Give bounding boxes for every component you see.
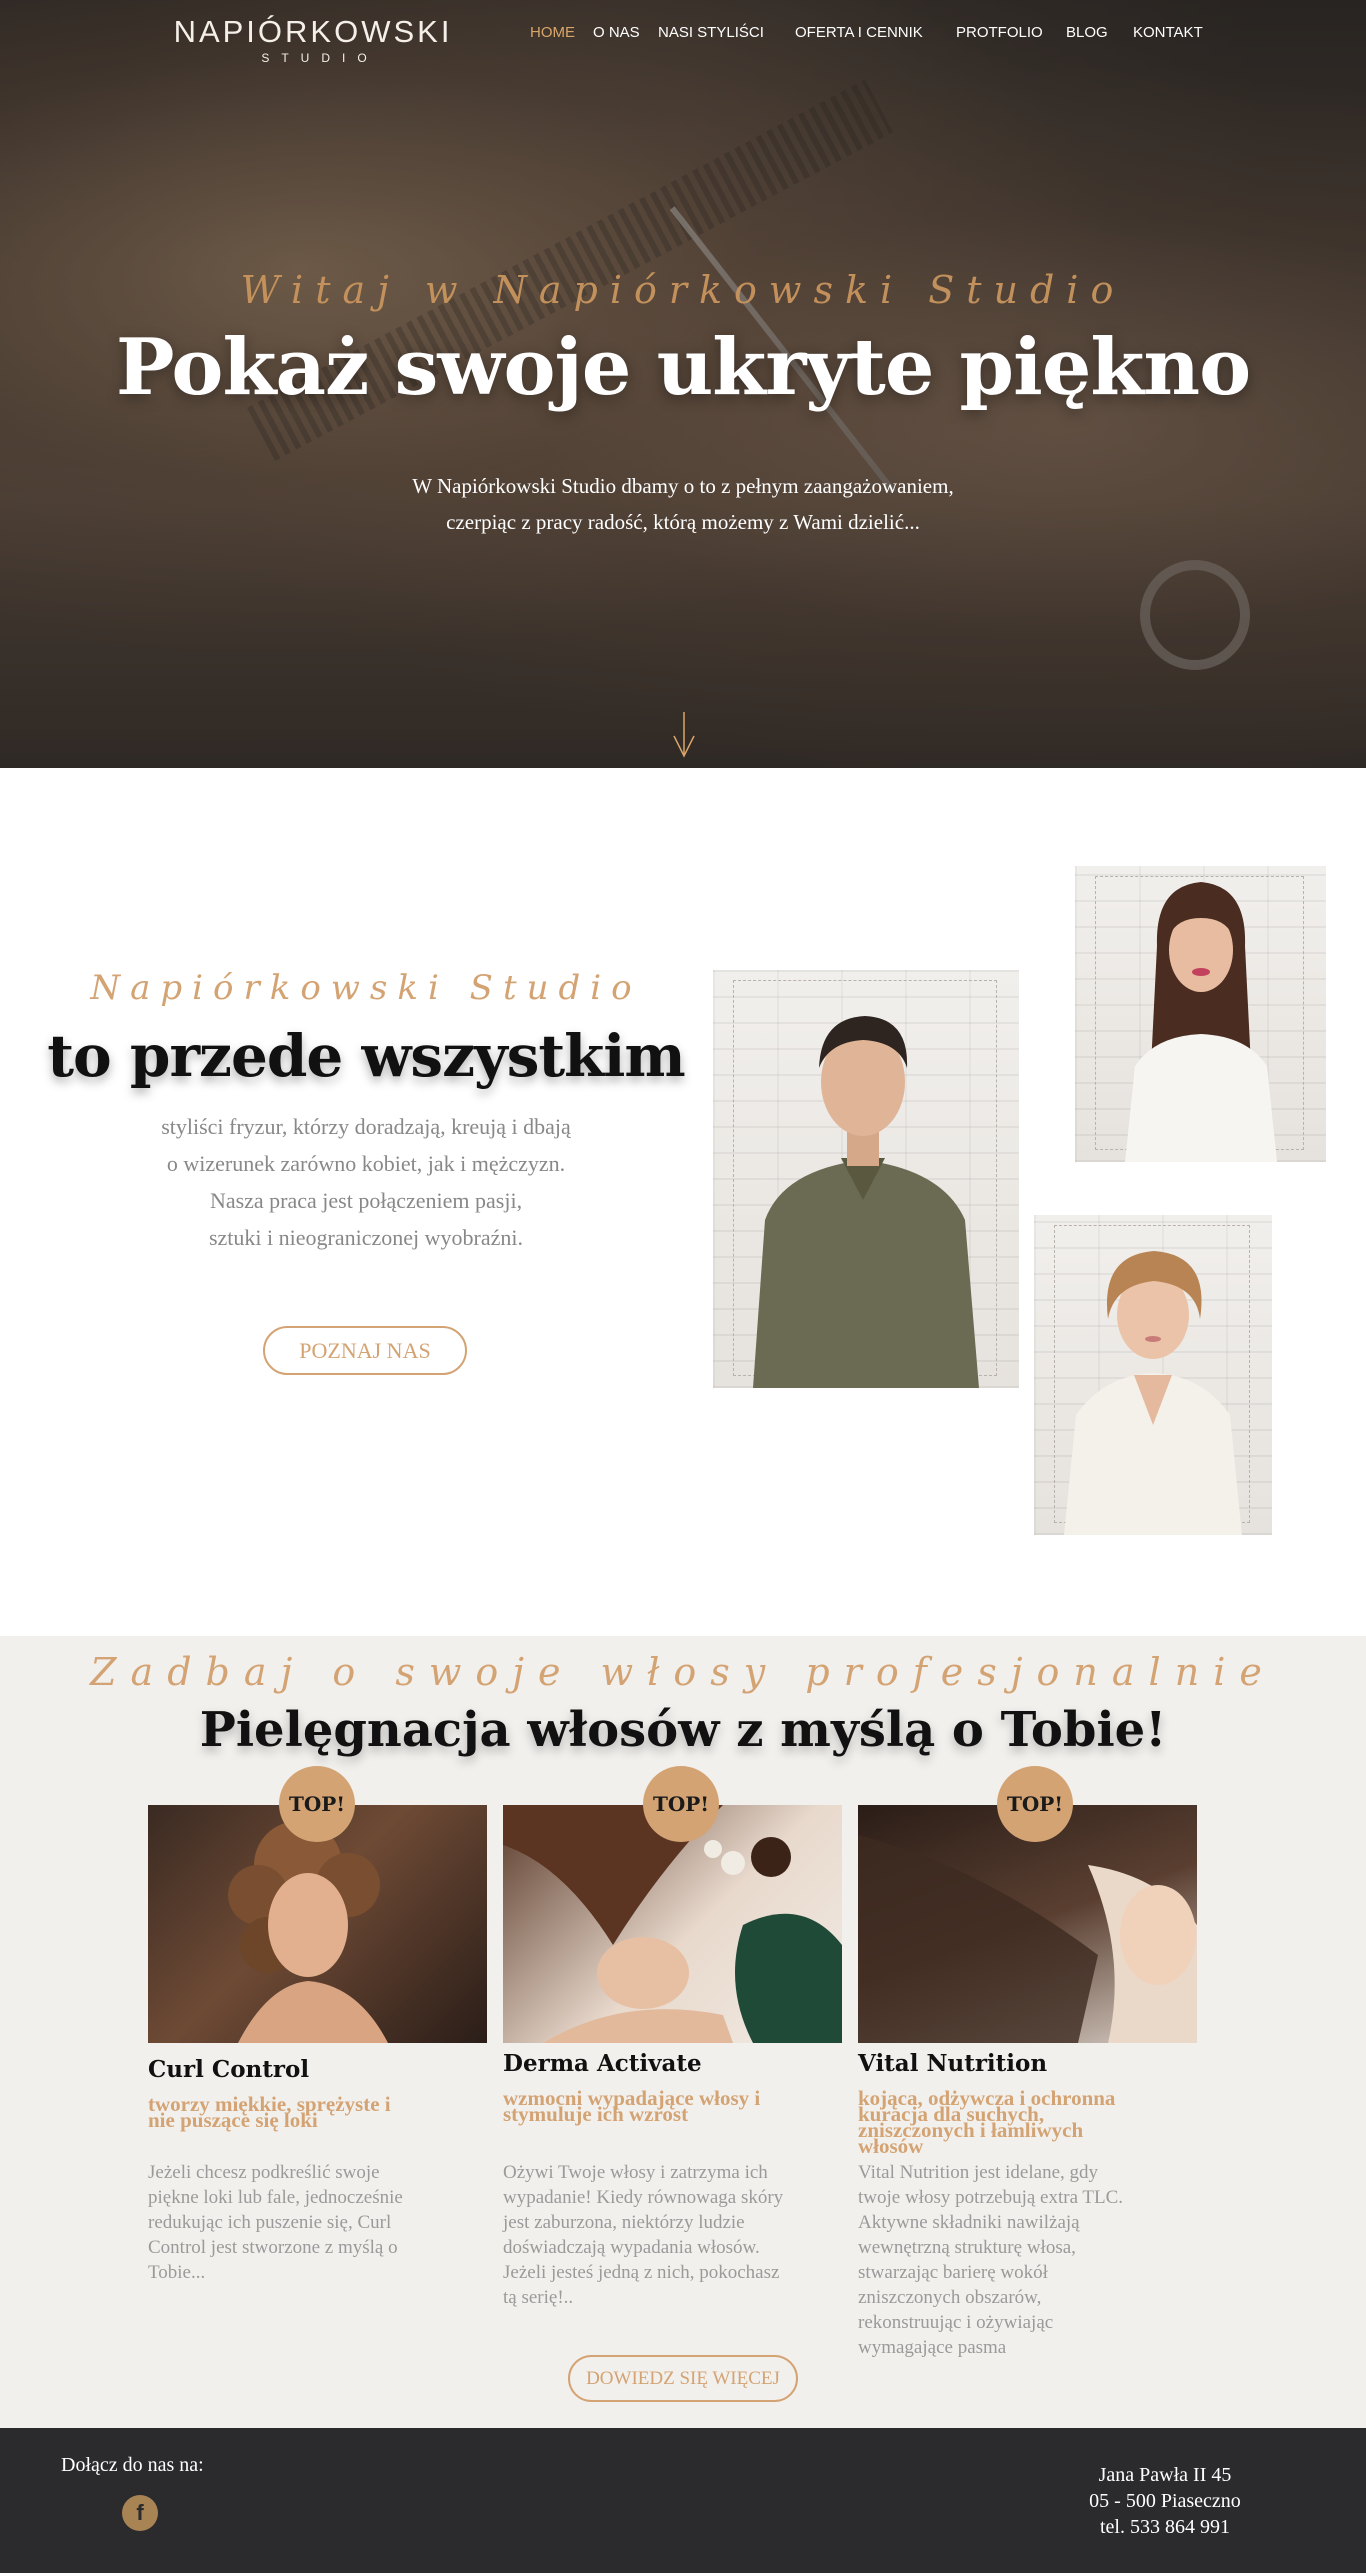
product-description: Jeżeli chcesz podkreślić swoje piękne lo… <box>148 2160 493 2285</box>
desc-line: Control jest stworzone z myślą o <box>148 2237 398 2258</box>
dowiedz-sie-wiecej-button[interactable]: DOWIEDZ SIĘ WIĘCEJ <box>568 2355 798 2402</box>
nav-home[interactable]: HOME <box>530 22 593 44</box>
desc-line: wypadanie! Kiedy równowaga skóry <box>503 2187 784 2208</box>
tagline-line: stymuluje ich wzrost <box>503 2102 689 2126</box>
desc-line: Tobie... <box>148 2262 206 2283</box>
phone-number[interactable]: tel. 533 864 991 <box>1040 2514 1290 2540</box>
nav-o-nas[interactable]: O NAS <box>593 22 658 44</box>
product-description: Vital Nutrition jest idelane, gdy twoje … <box>858 2160 1203 2360</box>
hero-description: W Napiórkowski Studio dbamy o to z pełny… <box>0 468 1366 540</box>
desc-line: Aktywne składniki nawilżają <box>858 2212 1080 2233</box>
desc-line: doświadczają wypadania włosów. <box>503 2237 760 2258</box>
about-line: sztuki i nieograniczonej wyobraźni. <box>208 1225 523 1250</box>
hero-desc-line: czerpiąc z pracy radość, którą możemy z … <box>446 510 920 534</box>
stylist-man-figure <box>753 1016 979 1388</box>
desc-line: rekonstruując i ożywiając <box>858 2312 1054 2333</box>
desc-line: redukując ich puszenie się, Curl <box>148 2212 392 2233</box>
desc-line: wymagające pasma <box>858 2337 1007 2358</box>
care-script-heading: Zadbaj o swoje włosy profesjonalnie <box>90 1650 1276 1694</box>
desc-line: jest zaburzona, niektórzy ludzie <box>503 2212 745 2233</box>
product-tagline: tworzy miękkie, sprężyste i nie puszące … <box>148 2094 493 2131</box>
product-tagline: wzmocni wypadające włosy i stymuluje ich… <box>503 2088 848 2126</box>
stylist-photo-man <box>713 970 1019 1388</box>
product-name-vital-nutrition[interactable]: Vital Nutrition <box>858 2050 1047 2077</box>
desc-line: Jeżeli chcesz podkreślić swoje <box>148 2162 380 2183</box>
about-description: styliści fryzur, którzy doradzają, kreuj… <box>0 1108 732 1256</box>
top-badge: TOP! <box>279 1766 355 1842</box>
hero-desc-line: W Napiórkowski Studio dbamy o to z pełny… <box>412 474 954 498</box>
nav-blog[interactable]: BLOG <box>1066 22 1133 44</box>
desc-line: zniszczonych obszarów, <box>858 2287 1042 2308</box>
stylist-photo-woman-2 <box>1034 1215 1272 1535</box>
about-script-heading: Napiórkowski Studio <box>90 968 642 1008</box>
hero-title: Pokaż swoje ukryte piękno <box>115 322 1251 413</box>
product-tagline: kojąca, odżywcza i ochronna kuracja dla … <box>858 2088 1203 2157</box>
desc-line: Jeżeli jesteś jedną z nich, pokochasz <box>503 2262 780 2283</box>
stylist-woman-1-figure <box>1125 882 1277 1162</box>
top-badge: TOP! <box>997 1766 1073 1842</box>
arrow-down-icon[interactable] <box>672 712 696 760</box>
about-line: o wizerunek zarówno kobiet, jak i mężczy… <box>166 1151 566 1176</box>
facebook-icon[interactable]: f <box>122 2495 158 2531</box>
top-badge: TOP! <box>643 1766 719 1842</box>
poznaj-nas-button[interactable]: POZNAJ NAS <box>263 1326 467 1375</box>
hero-script-heading: Witaj w Napiórkowski Studio <box>240 268 1126 312</box>
site-logo[interactable]: NAPIÓRKOWSKI STUDIO <box>163 12 463 68</box>
desc-line: Vital Nutrition jest idelane, gdy <box>858 2162 1099 2183</box>
product-description: Ożywi Twoje włosy i zatrzyma ich wypadan… <box>503 2160 848 2310</box>
about-line: styliści fryzur, którzy doradzają, kreuj… <box>161 1114 571 1139</box>
desc-line: tą serię!.. <box>503 2287 574 2308</box>
nav-nasi-stylisci[interactable]: NASI STYLIŚCI <box>658 22 795 44</box>
main-nav: HOME O NAS NASI STYLIŚCI OFERTA I CENNIK… <box>530 22 1213 44</box>
stylist-photo-woman-1 <box>1075 866 1326 1162</box>
footer-join-label: Dołącz do nas na: <box>61 2454 204 2476</box>
footer-address: Jana Pawła II 45 05 - 500 Piaseczno tel.… <box>1040 2462 1290 2540</box>
desc-line: piękne loki lub fale, jednocześnie <box>148 2187 403 2208</box>
desc-line: Ożywi Twoje włosy i zatrzyma ich <box>503 2162 768 2183</box>
product-name-derma-activate[interactable]: Derma Activate <box>503 2050 702 2077</box>
desc-line: wewnętrzną strukturę włosa, <box>858 2237 1076 2258</box>
nav-oferta-i-cennik[interactable]: OFERTA I CENNIK <box>795 22 956 44</box>
care-title: Pielęgnacja włosów z myślą o Tobie! <box>199 1702 1167 1758</box>
nav-kontakt[interactable]: KONTAKT <box>1133 22 1213 44</box>
about-line: Nasza praca jest połączeniem pasji, <box>209 1188 523 1213</box>
nav-protfolio[interactable]: PROTFOLIO <box>956 22 1066 44</box>
desc-line: stwarzając barierę wokół <box>858 2262 1048 2283</box>
address-street: Jana Pawła II 45 <box>1098 2464 1232 2486</box>
desc-line: twoje włosy potrzebują extra TLC. <box>858 2187 1124 2208</box>
about-title: to przede wszystkim <box>47 1022 686 1090</box>
logo-sub-text: STUDIO <box>261 51 379 65</box>
logo-main-text: NAPIÓRKOWSKI <box>173 14 453 49</box>
stylist-woman-2-figure <box>1064 1251 1242 1535</box>
product-name-curl-control[interactable]: Curl Control <box>148 2056 309 2083</box>
address-city: 05 - 500 Piaseczno <box>1089 2490 1241 2512</box>
